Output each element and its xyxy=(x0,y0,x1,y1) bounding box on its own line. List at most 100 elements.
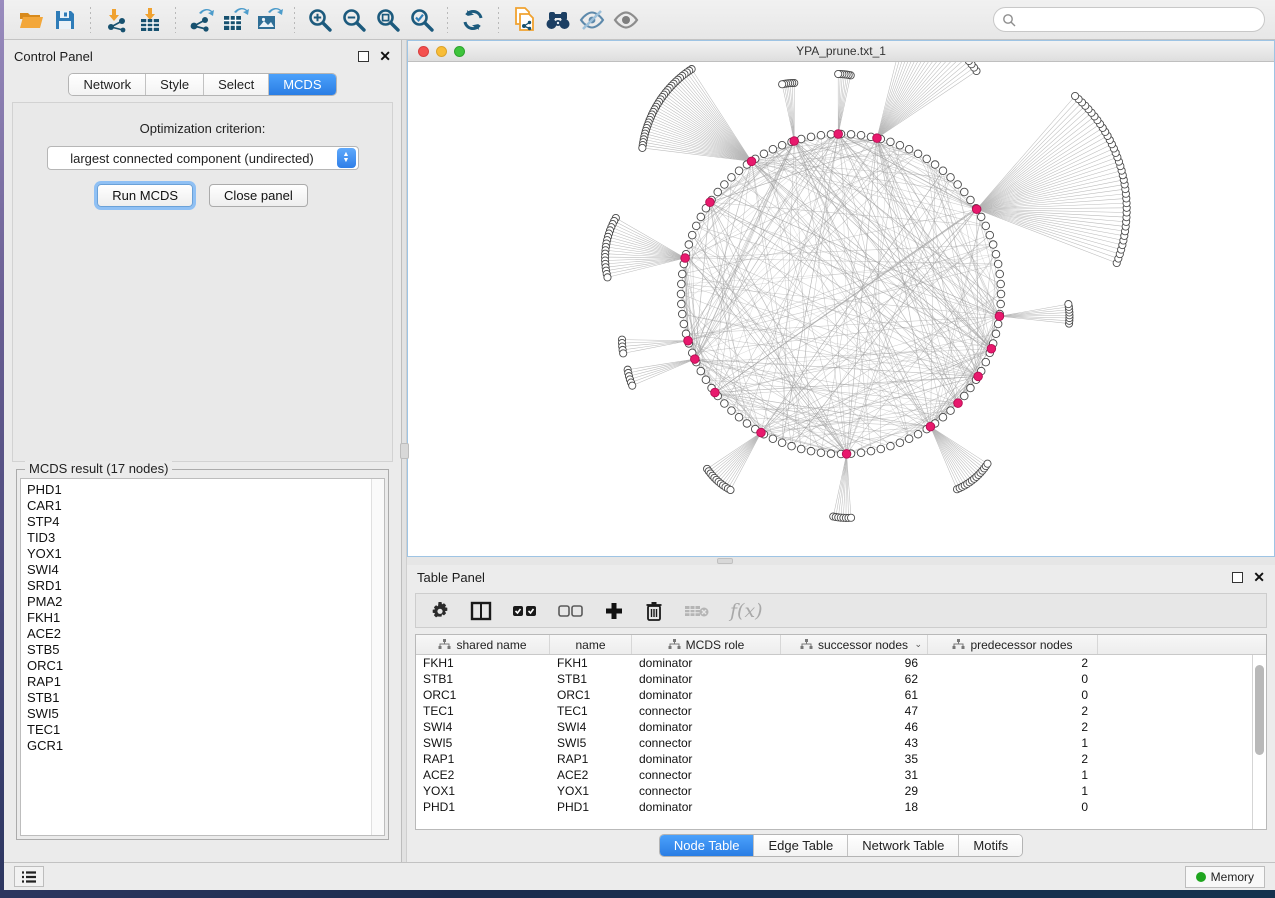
mcds-result-item[interactable]: STP4 xyxy=(27,514,371,530)
task-history-button[interactable] xyxy=(14,866,44,887)
graph-node[interactable] xyxy=(697,367,705,375)
table-row[interactable]: YOX1YOX1connector291 xyxy=(416,783,1266,799)
mcds-result-item[interactable]: FKH1 xyxy=(27,610,371,626)
import-table-button[interactable] xyxy=(133,5,167,35)
graph-node[interactable] xyxy=(984,460,991,467)
graph-mcds-node[interactable] xyxy=(747,157,756,166)
delete-column-button[interactable] xyxy=(644,600,664,622)
graph-node[interactable] xyxy=(989,241,997,249)
network-canvas[interactable] xyxy=(408,62,1274,556)
export-table-button[interactable] xyxy=(218,5,252,35)
graph-node[interactable] xyxy=(867,447,875,455)
mcds-result-item[interactable]: STB5 xyxy=(27,642,371,658)
graph-node[interactable] xyxy=(905,145,913,153)
graph-node[interactable] xyxy=(923,155,931,163)
graph-mcds-node[interactable] xyxy=(834,130,843,139)
memory-button[interactable]: Memory xyxy=(1185,866,1265,888)
graph-mcds-node[interactable] xyxy=(842,450,851,459)
column-header-MCDS-role[interactable]: MCDS role xyxy=(632,635,781,654)
network-graph[interactable] xyxy=(408,62,1274,552)
graph-node[interactable] xyxy=(997,290,1005,298)
graph-mcds-node[interactable] xyxy=(987,344,996,353)
graph-node[interactable] xyxy=(877,445,885,453)
close-panel-icon[interactable]: ✕ xyxy=(1253,572,1265,583)
table-row[interactable]: ACE2ACE2connector311 xyxy=(416,767,1266,783)
graph-node[interactable] xyxy=(629,382,636,389)
graph-node[interactable] xyxy=(847,514,854,521)
tab-select[interactable]: Select xyxy=(204,74,269,95)
graph-node[interactable] xyxy=(982,222,990,230)
graph-node[interactable] xyxy=(788,442,796,450)
graph-node[interactable] xyxy=(680,320,688,328)
graph-node[interactable] xyxy=(688,231,696,239)
hide-selected-button[interactable] xyxy=(575,5,609,35)
graph-node[interactable] xyxy=(857,131,865,139)
mcds-result-item[interactable]: PHD1 xyxy=(27,482,371,498)
zoom-in-button[interactable] xyxy=(303,5,337,35)
graph-node[interactable] xyxy=(807,447,815,455)
show-all-button[interactable] xyxy=(609,5,643,35)
graph-node[interactable] xyxy=(639,144,646,151)
graph-node[interactable] xyxy=(1065,301,1072,308)
apply-function-button[interactable]: f(x) xyxy=(730,600,763,622)
zoom-fit-button[interactable] xyxy=(371,5,405,35)
graph-mcds-node[interactable] xyxy=(972,205,981,214)
graph-node[interactable] xyxy=(905,435,913,443)
tab-network-table[interactable]: Network Table xyxy=(848,835,959,856)
graph-node[interactable] xyxy=(721,400,729,408)
close-panel-icon[interactable]: ✕ xyxy=(379,51,391,62)
node-table[interactable]: shared namenameMCDS rolesuccessor nodes⌄… xyxy=(415,634,1267,830)
unselect-all-columns-button[interactable] xyxy=(558,604,584,618)
column-header-successor-nodes[interactable]: successor nodes⌄ xyxy=(781,635,928,654)
tab-mcds[interactable]: MCDS xyxy=(269,74,335,95)
graph-node[interactable] xyxy=(994,260,1002,268)
vertical-splitter[interactable] xyxy=(401,40,407,862)
graph-mcds-node[interactable] xyxy=(954,399,963,408)
open-file-button[interactable] xyxy=(14,5,48,35)
graph-node[interactable] xyxy=(835,70,842,77)
search-field[interactable] xyxy=(993,7,1265,32)
clone-network-button[interactable] xyxy=(507,5,541,35)
graph-node[interactable] xyxy=(960,392,968,400)
graph-mcds-node[interactable] xyxy=(711,388,720,397)
graph-node[interactable] xyxy=(817,449,825,457)
graph-node[interactable] xyxy=(914,150,922,158)
table-row[interactable]: TEC1TEC1connector472 xyxy=(416,703,1266,719)
network-title-bar[interactable]: YPA_prune.txt_1 xyxy=(408,41,1274,62)
horizontal-splitter[interactable] xyxy=(407,557,1275,565)
mcds-result-item[interactable]: SWI4 xyxy=(27,562,371,578)
graph-node[interactable] xyxy=(914,430,922,438)
graph-node[interactable] xyxy=(692,222,700,230)
graph-node[interactable] xyxy=(727,486,734,493)
graph-node[interactable] xyxy=(735,413,743,421)
graph-node[interactable] xyxy=(807,133,815,141)
graph-node[interactable] xyxy=(896,141,904,149)
tab-node-table[interactable]: Node Table xyxy=(660,835,755,856)
import-network-button[interactable] xyxy=(99,5,133,35)
graph-node[interactable] xyxy=(967,384,975,392)
graph-node[interactable] xyxy=(735,167,743,175)
criterion-dropdown[interactable]: largest connected component (undirected)… xyxy=(47,146,359,170)
graph-node[interactable] xyxy=(887,442,895,450)
delete-table-button[interactable] xyxy=(684,603,710,619)
graph-node[interactable] xyxy=(604,274,611,281)
graph-node[interactable] xyxy=(678,310,686,318)
graph-node[interactable] xyxy=(997,280,1005,288)
mcds-result-item[interactable]: CAR1 xyxy=(27,498,371,514)
mcds-result-item[interactable]: YOX1 xyxy=(27,546,371,562)
search-input[interactable] xyxy=(1020,12,1256,27)
mcds-result-item[interactable]: ACE2 xyxy=(27,626,371,642)
column-header-shared-name[interactable]: shared name xyxy=(416,635,550,654)
close-panel-button[interactable]: Close panel xyxy=(209,184,308,207)
graph-node[interactable] xyxy=(986,231,994,239)
float-panel-icon[interactable] xyxy=(358,51,369,62)
table-row[interactable]: FKH1FKH1dominator962 xyxy=(416,655,1266,671)
first-neighbors-button[interactable] xyxy=(541,5,575,35)
graph-node[interactable] xyxy=(947,407,955,415)
graph-node[interactable] xyxy=(728,174,736,182)
mcds-result-item[interactable]: TID3 xyxy=(27,530,371,546)
splitter-handle[interactable] xyxy=(400,443,409,459)
mcds-result-item[interactable]: RAP1 xyxy=(27,674,371,690)
graph-node[interactable] xyxy=(857,449,865,457)
graph-node[interactable] xyxy=(977,213,985,221)
